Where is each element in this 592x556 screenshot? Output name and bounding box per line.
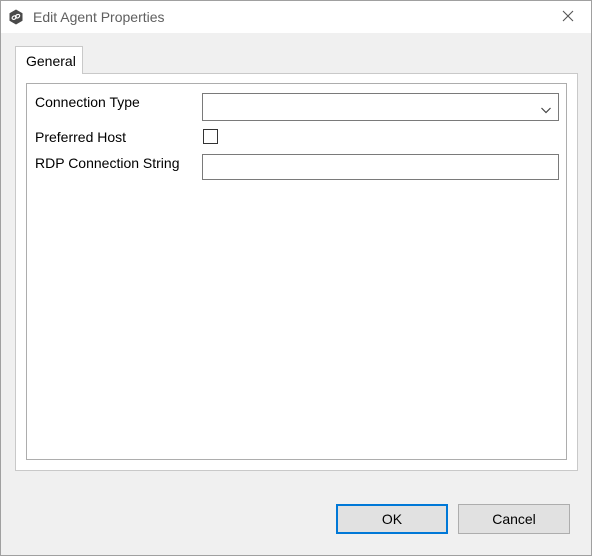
ok-button[interactable]: OK: [336, 504, 448, 534]
preferred-host-checkbox[interactable]: [203, 129, 218, 144]
close-icon: [562, 9, 574, 25]
cancel-button[interactable]: Cancel: [458, 504, 570, 534]
connection-type-label: Connection Type: [35, 94, 140, 110]
edit-agent-properties-dialog: Edit Agent Properties General Connection…: [0, 0, 592, 556]
tab-general-label: General: [26, 53, 76, 69]
connection-type-dropdown[interactable]: [202, 93, 559, 121]
preferred-host-label: Preferred Host: [35, 129, 127, 145]
window-title: Edit Agent Properties: [33, 9, 165, 25]
properties-group: Connection Type Preferred Host RDP Conne…: [26, 83, 567, 460]
app-logo-icon: [8, 9, 24, 25]
close-button[interactable]: [545, 1, 591, 33]
tab-panel-general: Connection Type Preferred Host RDP Conne…: [15, 73, 578, 471]
tab-general[interactable]: General: [15, 46, 83, 74]
rdp-connection-string-input[interactable]: [202, 154, 559, 180]
rdp-connection-string-label: RDP Connection String: [35, 155, 180, 171]
chevron-down-icon: [540, 102, 552, 114]
title-bar: Edit Agent Properties: [1, 1, 591, 33]
